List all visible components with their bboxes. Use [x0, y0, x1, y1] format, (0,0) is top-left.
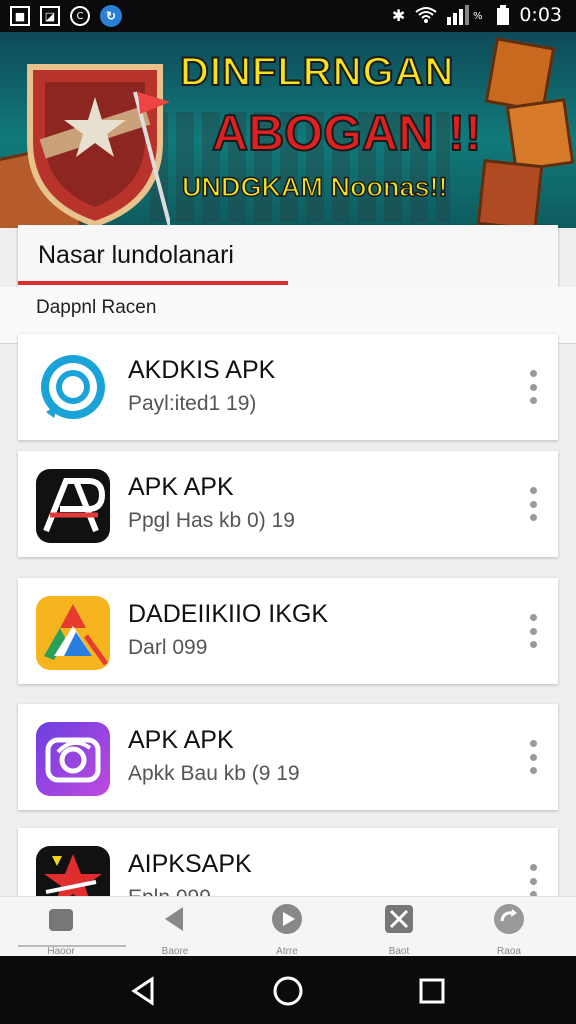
banner-title-line1: DINFLRNGAN	[179, 49, 455, 95]
back-icon[interactable]	[126, 974, 160, 1008]
app-list-item[interactable]: APK APK Ppgl Has kb 0) 19	[18, 451, 558, 557]
app-name: APK APK	[128, 473, 234, 501]
app-name: DADEIIKIIO IKGK	[128, 600, 329, 628]
app-list-item[interactable]: APK APK Apkk Bau kb (9 19	[18, 704, 558, 810]
app-list-item[interactable]: DADEIIKIIO IKGK Darl 099	[18, 578, 558, 684]
bottom-navigation: Haoor Baore Atrre Baot Raoa	[0, 896, 576, 957]
app-name: AKDKIS APK	[128, 356, 276, 384]
section-header-card: Nasar lundolanari	[18, 225, 558, 287]
game-cards-graphic	[470, 37, 576, 228]
app-subtitle: Apkk Bau kb (9 19	[128, 762, 300, 785]
home-circle-icon[interactable]	[271, 974, 305, 1008]
recents-icon[interactable]	[415, 974, 449, 1008]
blue-app-icon: ↻	[100, 5, 122, 27]
banner-title-line3: UNDGKAM Noonas!!	[181, 171, 448, 203]
image-icon: ◪	[40, 6, 60, 26]
system-navigation-bar	[0, 956, 576, 1024]
refresh-icon	[494, 904, 524, 934]
drive-triangle-icon	[36, 596, 110, 670]
arrow-icon	[165, 907, 183, 931]
app-name: APK APK	[128, 726, 234, 754]
home-icon	[49, 909, 73, 931]
status-bar: ■ ◪ C ↻ ✱ % 0:03	[0, 0, 576, 32]
notification-square-icon: ■	[10, 6, 30, 26]
circle-c-icon: C	[70, 6, 90, 26]
battery-icon	[497, 5, 510, 25]
app-name: AIPKSAPK	[128, 850, 252, 878]
app-subtitle: Payl:ited1 19)	[128, 392, 257, 415]
play-icon	[272, 904, 302, 934]
section-label: Dappnl Racen	[36, 297, 157, 318]
more-options-icon[interactable]	[526, 864, 540, 898]
banner-title-line2: ABOGAN !!	[211, 104, 482, 162]
svg-text:%: %	[473, 11, 483, 22]
shield-emblem-icon	[27, 64, 170, 227]
chat-bubble-icon	[36, 352, 110, 426]
ap-logo-icon	[36, 469, 110, 543]
clock-time: 0:03	[519, 4, 562, 26]
tab-underline-indicator	[18, 281, 288, 285]
app-subtitle: Darl 099	[128, 636, 208, 659]
page-title: Nasar lundolanari	[38, 241, 234, 269]
more-options-icon[interactable]	[526, 487, 540, 521]
nav-item-play[interactable]: Atrre	[252, 903, 322, 957]
app-list-item[interactable]: AKDKIS APK Payl:ited1 19)	[18, 334, 558, 440]
bluetooth-icon: ✱	[391, 5, 406, 25]
wifi-icon	[415, 7, 437, 23]
more-options-icon[interactable]	[526, 370, 540, 404]
nav-item-home[interactable]: Haoor	[26, 903, 96, 957]
signal-icon: %	[447, 5, 483, 25]
nav-item-tools[interactable]: Baot	[364, 903, 434, 957]
nav-item-arrow[interactable]: Baore	[140, 903, 210, 957]
more-options-icon[interactable]	[526, 614, 540, 648]
app-subtitle: Ppgl Has kb 0) 19	[128, 509, 295, 532]
more-options-icon[interactable]	[526, 740, 540, 774]
camera-swirl-icon	[36, 722, 110, 796]
tools-icon	[385, 905, 413, 933]
nav-item-refresh[interactable]: Raoa	[474, 903, 544, 957]
promo-banner[interactable]: DINFLRNGAN ABOGAN !! UNDGKAM Noonas!!	[0, 32, 576, 228]
